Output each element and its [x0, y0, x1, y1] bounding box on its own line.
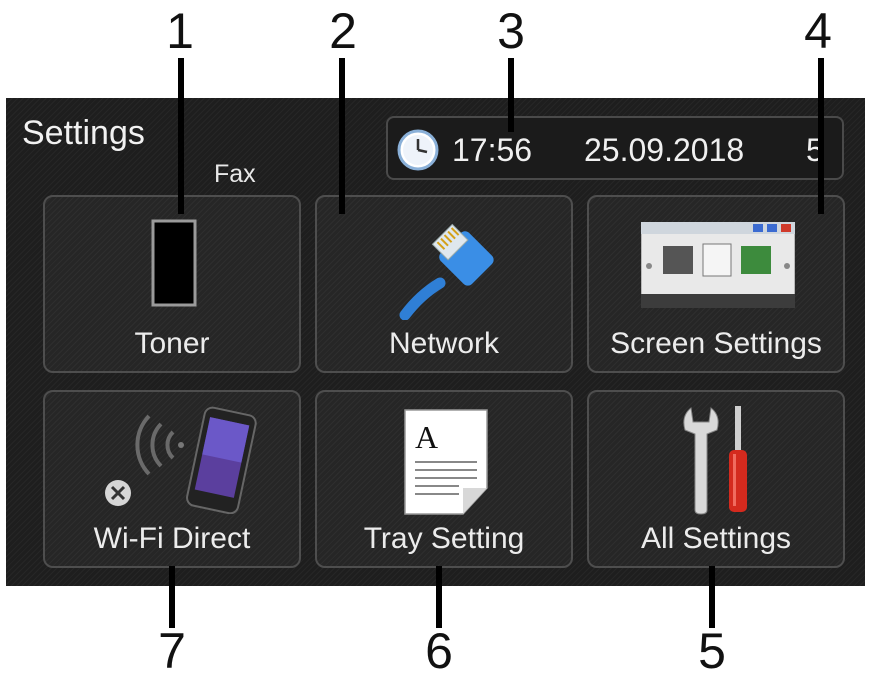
toner-label: Toner	[134, 327, 210, 360]
callout-number-7: 7	[158, 623, 186, 679]
callout-line-2	[339, 58, 345, 214]
callout-line-7	[169, 566, 175, 628]
network-label: Network	[388, 327, 500, 360]
callout-line-5	[709, 566, 715, 628]
all-settings-label: All Settings	[640, 522, 792, 555]
tray-setting-button[interactable]: A Tray Setting	[315, 390, 573, 568]
callout-number-5: 5	[698, 623, 726, 679]
tools-icon	[683, 406, 747, 515]
all-settings-button[interactable]: All Settings	[587, 390, 845, 568]
callout-line-3	[508, 58, 514, 132]
date-time-display[interactable]: 17:56 25.09.2018 5	[386, 116, 844, 180]
callout-number-2: 2	[329, 3, 357, 59]
callout-line-6	[436, 566, 442, 628]
callout-line-1	[178, 58, 184, 214]
disconnected-status-icon	[105, 480, 131, 506]
tray-setting-label: Tray Setting	[363, 522, 525, 555]
date-value: 25.09.2018	[584, 132, 745, 168]
network-cable-icon	[399, 223, 494, 320]
mode-label: Fax	[214, 160, 256, 188]
clock-icon	[397, 129, 439, 171]
toner-icon	[151, 219, 197, 307]
callout-number-1: 1	[166, 3, 194, 59]
callout-line-4	[818, 58, 824, 214]
toner-button[interactable]: Toner	[43, 195, 301, 373]
screen-settings-button[interactable]: Screen Settings	[587, 195, 845, 373]
paper-document-icon: A	[404, 409, 488, 515]
time-value: 17:56	[452, 132, 533, 168]
wifi-direct-button[interactable]: Wi-Fi Direct	[43, 390, 301, 568]
svg-text:A: A	[415, 419, 438, 455]
page-title: Settings	[22, 114, 145, 152]
callout-number-4: 4	[804, 3, 832, 59]
callout-number-3: 3	[497, 3, 525, 59]
screen-settings-label: Screen Settings	[610, 327, 822, 360]
wifi-direct-label: Wi-Fi Direct	[93, 522, 251, 555]
screen-preview-icon	[641, 222, 795, 308]
network-button[interactable]: Network	[315, 195, 573, 373]
callout-number-6: 6	[425, 623, 453, 679]
